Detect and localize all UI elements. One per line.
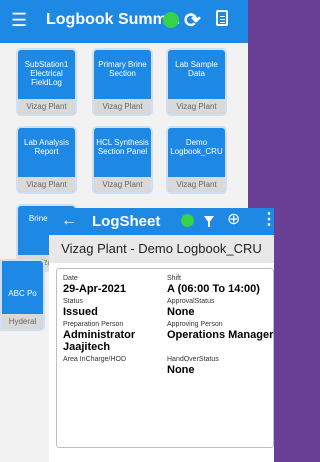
approval-status-value: None [167, 306, 195, 318]
tile-plant: Vizag Plant [18, 99, 75, 114]
status-label: Status [63, 298, 83, 305]
shift-field: Shift A (06:00 To 14:00) [167, 274, 260, 295]
tile-plant: Vizag Plant [94, 99, 151, 114]
approving-person-label: Approving Person [167, 321, 223, 328]
logbook-tile[interactable]: HCL Synthesis Section Panel Vizag Plant [92, 126, 153, 194]
tile-plant: Vizag Plant [94, 177, 151, 192]
online-status-icon [181, 214, 194, 227]
handover-status-label: HandOverStatus [167, 356, 219, 363]
tile-plant: Vizag Plant [168, 99, 225, 114]
logbook-tile[interactable]: Lab Sample Data Vizag Plant [166, 48, 227, 116]
summary-app-bar: ☰ Logbook Summ... ⟳ [0, 0, 248, 43]
online-status-icon [163, 12, 179, 28]
date-value: 29-Apr-2021 [63, 283, 126, 295]
status-field: Status Issued [63, 297, 98, 318]
date-label: Date [63, 275, 78, 282]
approving-person-value: Operations Manager [167, 329, 274, 341]
logbook-tile[interactable]: Lab Analysis Report Vizag Plant [16, 126, 77, 194]
logbook-tile[interactable]: Demo Logbook_CRU Vizag Plant [166, 126, 227, 194]
tile-plant: Vizag Plant [18, 177, 75, 192]
preparation-person-field: Preparation Person Administrator Jaajite… [63, 320, 153, 353]
preparation-person-label: Preparation Person [63, 321, 124, 328]
tile-title: ABC Po [8, 289, 37, 298]
tile-plant: Hyderal [2, 314, 43, 329]
document-icon[interactable] [216, 10, 228, 26]
handover-status-field: HandOverStatus None [167, 355, 219, 376]
more-vert-icon[interactable]: ⋮ [261, 211, 277, 229]
back-arrow-icon[interactable]: ← [61, 211, 77, 231]
menu-icon[interactable]: ☰ [11, 10, 27, 30]
logsheet-list: Date 29-Apr-2021 Shift A (06:00 To 14:00… [49, 263, 274, 462]
tile-plant: Vizag Plant [168, 177, 225, 192]
logsheet-subtitle: Vizag Plant - Demo Logbook_CRU [49, 235, 274, 263]
shift-label: Shift [167, 275, 182, 282]
approving-person-field: Approving Person Operations Manager [167, 320, 273, 341]
logsheet-screen: ← LogSheet ⊕ ⋮ Vizag Plant - Demo Logboo… [49, 208, 277, 462]
sync-icon[interactable]: ⟳ [184, 8, 201, 33]
filter-icon[interactable] [204, 216, 214, 227]
date-field: Date 29-Apr-2021 [63, 274, 126, 295]
tile-title: HCL Synthesis Section Panel [96, 138, 149, 156]
tile-title: Primary Brine Section [98, 60, 147, 78]
logbook-tile[interactable]: SubStation1 Electrical FieldLog Vizag Pl… [16, 48, 77, 116]
approval-status-field: ApprovalStatus None [167, 297, 214, 318]
logsheet-card[interactable]: Date 29-Apr-2021 Shift A (06:00 To 14:00… [56, 268, 274, 448]
logsheet-title: LogSheet [92, 213, 161, 230]
status-value: Issued [63, 306, 98, 318]
logbook-tile[interactable]: ABC Po Hyderal [0, 259, 45, 331]
approval-status-label: ApprovalStatus [167, 298, 215, 305]
logbook-tile[interactable]: Primary Brine Section Vizag Plant [92, 48, 153, 116]
tile-title: SubStation1 Electrical FieldLog [24, 60, 69, 87]
area-incharge-field: Area InCharge/HOD [63, 355, 126, 364]
tile-title: Lab Sample Data [175, 60, 218, 78]
tile-title: Demo Logbook_CRU [170, 138, 223, 156]
area-incharge-label: Area InCharge/HOD [63, 356, 127, 363]
tile-title: Lab Analysis Report [24, 138, 69, 156]
logsheet-app-bar: ← LogSheet ⊕ ⋮ [49, 208, 277, 235]
handover-status-value: None [167, 364, 195, 376]
shift-value: A (06:00 To 14:00) [167, 283, 260, 295]
summary-title: Logbook Summ... [46, 11, 181, 28]
add-circle-icon[interactable]: ⊕ [227, 211, 240, 229]
preparation-person-value: Administrator Jaajitech [63, 329, 136, 353]
